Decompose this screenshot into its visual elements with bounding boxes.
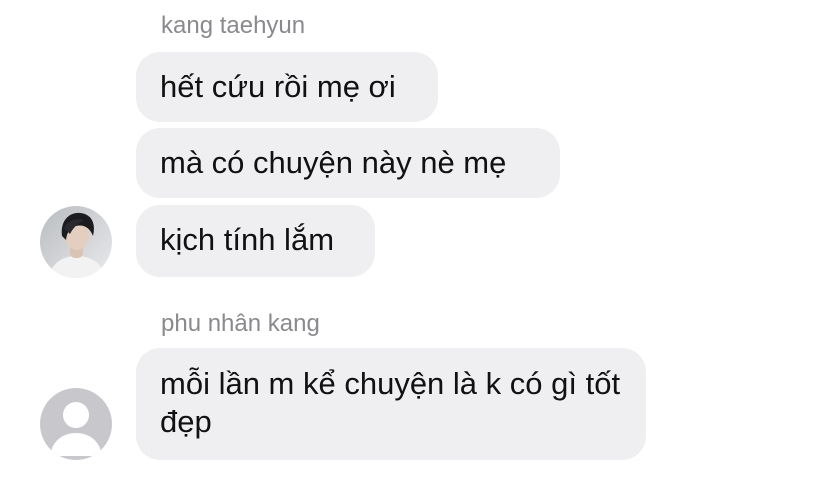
message-text: mà có chuyện này nè mẹ (160, 145, 507, 180)
message-bubble[interactable]: kịch tính lắm (136, 205, 375, 277)
message-text: hết cứu rồi mẹ ơi (160, 69, 396, 104)
message-bubble[interactable]: mỗi lần m kể chuyện là k có gì tốt đẹp (136, 348, 646, 460)
message-text: kịch tính lắm (160, 222, 335, 257)
message-text: mỗi lần m kể chuyện là k có gì tốt đẹp (160, 366, 621, 439)
profile-photo-icon (40, 206, 112, 278)
sender-name-kang-taehyun: kang taehyun (161, 12, 306, 39)
default-person-avatar-icon (40, 388, 112, 460)
avatar-kang-taehyun[interactable] (40, 206, 112, 278)
message-bubble[interactable]: hết cứu rồi mẹ ơi (136, 52, 438, 122)
avatar-phu-nhan-kang[interactable] (40, 388, 112, 460)
chat-thread: kang taehyun hết cứu rồi mẹ ơi mà có chu… (0, 0, 828, 478)
message-bubble[interactable]: mà có chuyện này nè mẹ (136, 128, 560, 198)
sender-name-phu-nhan-kang: phu nhân kang (161, 310, 320, 337)
